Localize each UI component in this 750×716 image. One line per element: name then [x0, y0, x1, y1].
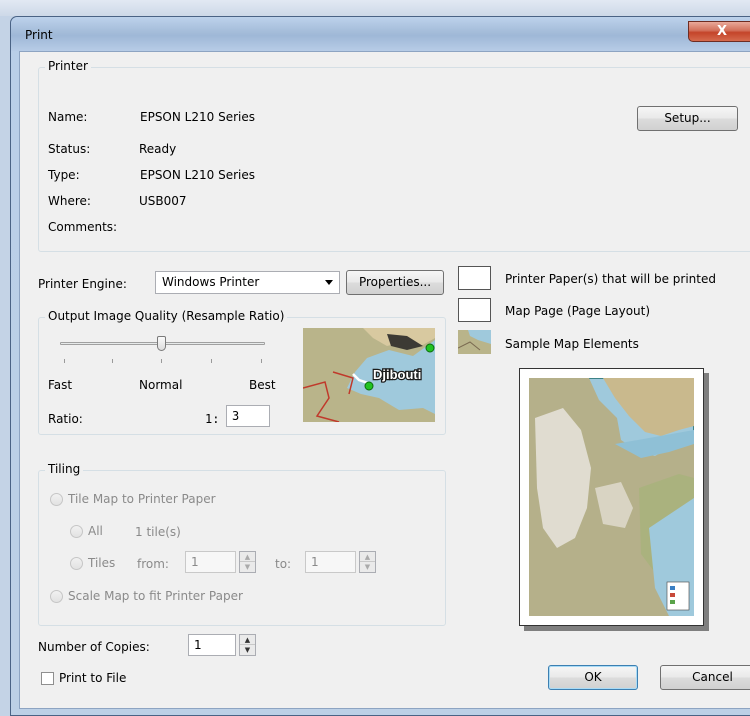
tiles-range-radio[interactable] [70, 557, 83, 570]
map-page-legend-label: Map Page (Page Layout) [505, 304, 651, 318]
preview-place-label: Djibouti [373, 367, 421, 382]
tiles-from-label: from: [137, 557, 169, 571]
tiles-range-label: Tiles [88, 556, 116, 570]
dialog-client-area: Printer Name: EPSON L210 Series Status: … [19, 51, 750, 709]
resample-slider-thumb[interactable] [157, 336, 166, 351]
printer-engine-selected: Windows Printer [162, 275, 260, 289]
map-legend-swatch [670, 600, 675, 604]
page-preview-map [529, 378, 694, 616]
preview-marker [425, 343, 435, 353]
tiles-to-label: to: [275, 557, 292, 571]
printer-paper-legend-label: Printer Paper(s) that will be printed [505, 272, 716, 286]
properties-button[interactable]: Properties... [346, 270, 444, 295]
printer-where-label: Where: [48, 194, 91, 208]
slider-tick [64, 359, 65, 363]
tile-map-radio[interactable] [50, 493, 63, 506]
ok-button[interactable]: OK [548, 665, 638, 690]
dialog-title: Print [25, 28, 53, 42]
print-to-file-label: Print to File [59, 671, 127, 685]
printer-status-value: Ready [139, 142, 177, 156]
background-window-strip [0, 0, 750, 16]
preview-marker [364, 381, 374, 391]
slider-tick [161, 359, 162, 363]
scale-map-radio[interactable] [50, 590, 63, 603]
quality-fast-label: Fast [48, 378, 73, 392]
slider-tick [211, 359, 212, 363]
copies-label: Number of Copies: [38, 640, 150, 654]
printer-comments-label: Comments: [48, 220, 118, 234]
printer-group-label: Printer [45, 59, 91, 73]
printer-name-value: EPSON L210 Series [140, 110, 255, 124]
chevron-down-icon[interactable] [325, 280, 333, 285]
title-bar[interactable]: Print X [11, 17, 750, 51]
copies-input[interactable]: 1 [188, 634, 236, 656]
ratio-input[interactable]: 3 [226, 405, 270, 427]
quality-best-label: Best [249, 378, 276, 392]
sample-elements-legend-swatch [458, 330, 491, 354]
printer-engine-select[interactable]: Windows Printer [155, 271, 340, 294]
quality-group-label: Output Image Quality (Resample Ratio) [45, 309, 288, 323]
print-dialog: Print X Printer Name: EPSON L210 Series … [10, 16, 750, 716]
map-legend-swatch [670, 593, 675, 597]
tiles-to-input[interactable]: 1 [305, 551, 356, 573]
printer-engine-label: Printer Engine: [38, 277, 127, 291]
printer-paper-legend-swatch [458, 266, 491, 290]
tiles-all-count: 1 tile(s) [135, 525, 181, 539]
sample-elements-legend-label: Sample Map Elements [505, 337, 639, 351]
print-to-file-checkbox[interactable] [41, 672, 54, 685]
printer-group: Printer [38, 59, 750, 252]
quality-normal-label: Normal [139, 378, 183, 392]
printer-name-label: Name: [48, 110, 88, 124]
map-legend-swatch [670, 586, 675, 590]
tiles-all-radio[interactable] [70, 525, 83, 538]
tiles-all-label: All [88, 524, 103, 538]
map-preview-thumbnail: Djibouti [303, 328, 435, 422]
tiling-group-label: Tiling [45, 462, 84, 476]
setup-button[interactable]: Setup... [637, 106, 738, 131]
slider-tick [261, 359, 262, 363]
ratio-label: Ratio: [48, 412, 83, 426]
tiles-to-spinner[interactable]: ▲ ▼ [359, 551, 376, 573]
tiles-from-input[interactable]: 1 [185, 551, 236, 573]
slider-tick [112, 359, 113, 363]
tiles-from-spinner[interactable]: ▲ ▼ [239, 551, 256, 573]
scale-map-label: Scale Map to fit Printer Paper [68, 589, 243, 603]
printer-status-label: Status: [48, 142, 91, 156]
printer-where-value: USB007 [139, 194, 187, 208]
tile-map-label: Tile Map to Printer Paper [68, 492, 216, 506]
map-page-legend-swatch [458, 298, 491, 322]
printer-type-value: EPSON L210 Series [140, 168, 255, 182]
cancel-button[interactable]: Cancel [660, 665, 750, 690]
printer-type-label: Type: [48, 168, 80, 182]
copies-spinner[interactable]: ▲ ▼ [239, 634, 256, 656]
close-button[interactable]: X [688, 21, 750, 42]
ratio-prefix: 1: [205, 412, 220, 426]
